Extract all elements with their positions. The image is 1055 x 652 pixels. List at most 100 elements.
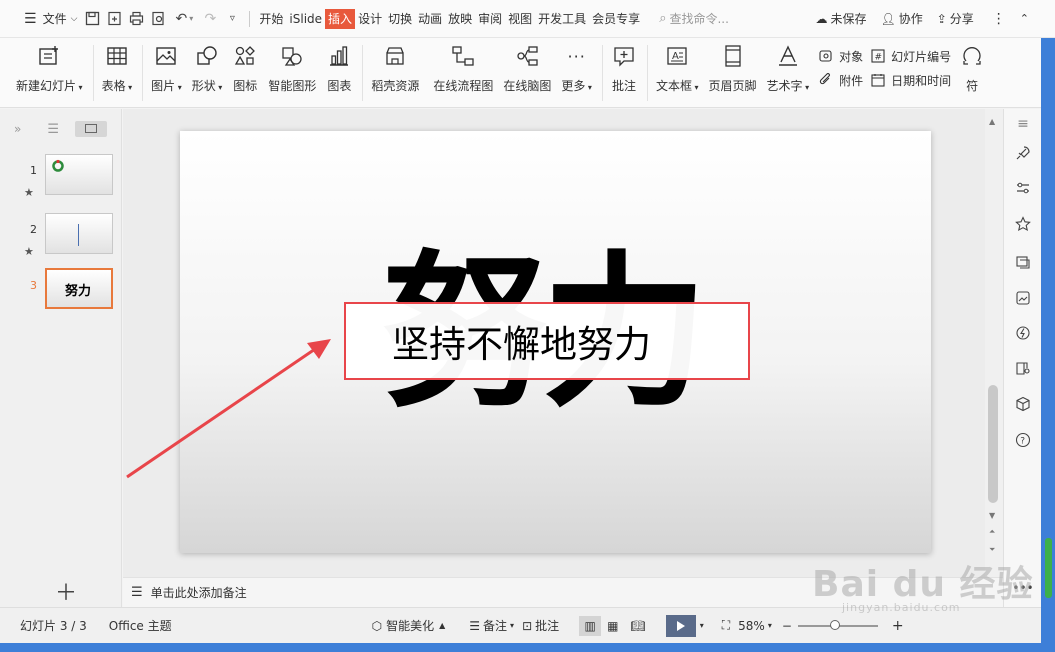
chevron-down-icon: ⌵ — [70, 13, 78, 24]
right-toolbar: ≡ ? ••• — [1003, 109, 1041, 607]
comment-toggle-button[interactable]: ⊡ 批注 — [522, 617, 559, 634]
add-slide-button[interactable]: ＋ — [55, 575, 77, 607]
slide-thumb-row[interactable]: 1 ★ — [0, 153, 122, 201]
share-button[interactable]: ⇪ 分享 — [933, 0, 978, 38]
save-icon[interactable] — [81, 0, 103, 38]
smart-beautify-label: 智能美化 — [386, 619, 435, 633]
customize-toolbar-icon[interactable]: ▿ — [221, 0, 243, 38]
tab-review[interactable]: 审阅 — [475, 9, 505, 29]
transition-icon[interactable] — [1014, 253, 1032, 271]
adjust-sliders-icon[interactable] — [1014, 179, 1032, 197]
undo-icon[interactable]: ↶ ▾ — [169, 0, 199, 38]
symbol-button[interactable]: 符 — [959, 38, 985, 108]
notes-toggle-label: 备注 — [483, 619, 508, 633]
slide-thumbnail-active[interactable]: 努力 — [45, 268, 113, 309]
template-resource-button[interactable]: 稻壳资源 — [371, 38, 419, 108]
help-icon[interactable]: ? — [1014, 431, 1032, 449]
prev-slide-icon[interactable]: ⏶ — [989, 527, 995, 537]
print-icon[interactable] — [125, 0, 147, 38]
icon-button[interactable]: 图标 — [232, 38, 258, 108]
slide-number-button[interactable]: # 幻灯片编号 — [871, 44, 951, 68]
more-button[interactable]: ··· 更多 ▾ — [561, 38, 592, 108]
panel-menu-icon[interactable]: ≡ — [1014, 115, 1032, 133]
file-menu[interactable]: ☰ 文件 ⌵ — [0, 0, 81, 38]
export-pdf-icon[interactable] — [103, 0, 125, 38]
smart-beautify-button[interactable]: ⬡ 智能美化 ▲ — [372, 617, 446, 634]
wordart-button[interactable]: 艺术字 ▾ — [767, 38, 809, 108]
next-slide-icon[interactable]: ⏷ — [989, 545, 995, 555]
scroll-down-icon[interactable]: ▼ — [989, 511, 995, 520]
beautify-cube-icon: ⬡ — [371, 618, 383, 633]
slideshow-button[interactable]: ▾ — [665, 614, 704, 637]
slide-thumb-row-active[interactable]: 3 努力 — [0, 268, 122, 316]
tab-member[interactable]: 会员专享 — [589, 9, 643, 29]
notes-lines-icon: ☰ — [469, 618, 481, 633]
textbox-button[interactable]: A 文本框 ▾ — [656, 38, 699, 108]
theme-name[interactable]: Office 主题 — [109, 617, 172, 634]
unsaved-status[interactable]: ☁ 未保存 — [811, 0, 870, 38]
print-preview-icon[interactable] — [147, 0, 169, 38]
collapse-ribbon-icon[interactable]: ⌃ — [1016, 0, 1033, 38]
zoom-select[interactable]: 58% ▾ — [738, 619, 772, 633]
tab-insert[interactable]: 插入 — [325, 8, 356, 29]
tab-design[interactable]: 设计 — [355, 9, 385, 29]
redo-icon[interactable]: ↷ — [199, 0, 221, 38]
attachment-button[interactable]: 附件 — [819, 68, 863, 92]
zoom-slider-handle[interactable] — [829, 619, 840, 630]
tab-islide[interactable]: iSlide — [286, 9, 325, 29]
new-slide-button[interactable]: 新建幻灯片 ▾ — [16, 38, 83, 108]
notes-toggle-button[interactable]: ☰ 备注 ▾ — [469, 617, 514, 634]
cube-icon[interactable] — [1014, 395, 1032, 413]
slides-panel: » ☰ 1 ★ 2 ★ 3 努力 ＋ — [0, 109, 122, 607]
scrollbar-thumb[interactable] — [988, 385, 998, 503]
collab-button[interactable]: 👤︎ 协作 — [876, 0, 926, 38]
star-animation-icon[interactable] — [1014, 215, 1032, 233]
rocket-icon[interactable] — [1014, 144, 1032, 162]
online-flowchart-button[interactable]: 在线流程图 — [433, 38, 493, 108]
date-time-button[interactable]: 日期和时间 — [871, 68, 951, 92]
picture-button[interactable]: 图片 ▾ — [151, 38, 182, 108]
picture-label: 图片 — [151, 79, 176, 93]
book-search-icon[interactable] — [1014, 359, 1032, 377]
fit-window-icon[interactable]: ⛶ — [722, 618, 730, 633]
new-slide-label: 新建幻灯片 — [16, 79, 77, 93]
slide-sorter-icon[interactable]: ▦ — [607, 619, 618, 633]
tab-animation[interactable]: 动画 — [415, 9, 445, 29]
comment-button[interactable]: 批注 — [611, 38, 637, 108]
selected-textbox[interactable]: 坚持不懈地努力 — [344, 302, 750, 380]
tab-transition[interactable]: 切换 — [385, 9, 415, 29]
wordart-icon — [775, 43, 801, 69]
shape-button[interactable]: 形状 ▾ — [192, 38, 222, 108]
scroll-up-icon[interactable]: ▲ — [989, 117, 995, 126]
outline-view-icon[interactable]: ☰ — [47, 122, 59, 137]
smart-graphic-button[interactable]: 智能图形 — [268, 38, 316, 108]
slide-number-label: 幻灯片编号 — [891, 49, 952, 64]
more-menu-icon[interactable]: ⋮ — [988, 0, 1010, 38]
reading-view-icon[interactable]: 📖︎ — [630, 619, 645, 633]
image-tools-icon[interactable] — [1014, 289, 1032, 307]
tab-home[interactable]: 开始 — [256, 9, 286, 29]
vertical-scrollbar[interactable]: ▲ ▼ ⏶ ⏷ — [985, 109, 1003, 577]
expand-panel-icon[interactable]: » — [14, 122, 21, 136]
chart-button[interactable]: 图表 — [326, 38, 352, 108]
tab-slideshow[interactable]: 放映 — [445, 9, 475, 29]
object-button[interactable]: 对象 — [819, 44, 863, 68]
animation-star-icon: ★ — [24, 245, 34, 258]
thumbnail-view-icon[interactable] — [75, 121, 107, 137]
header-footer-button[interactable]: 页眉页脚 — [709, 38, 757, 108]
normal-view-icon[interactable]: ▥ — [579, 615, 602, 636]
table-button[interactable]: 表格 ▾ — [102, 38, 132, 108]
command-search[interactable]: ⌕ 查找命令... — [659, 10, 769, 27]
lightning-icon[interactable] — [1014, 324, 1032, 342]
flowchart-icon — [450, 43, 476, 69]
tab-view[interactable]: 视图 — [505, 9, 535, 29]
zoom-slider[interactable] — [797, 619, 878, 630]
slide-thumbnail[interactable] — [45, 213, 113, 254]
online-mindmap-button[interactable]: 在线脑图 — [503, 38, 551, 108]
online-flowchart-label: 在线流程图 — [433, 79, 494, 93]
slide-thumbnail[interactable] — [45, 154, 113, 195]
tab-developer[interactable]: 开发工具 — [535, 9, 589, 29]
slide-thumb-row[interactable]: 2 ★ — [0, 212, 122, 260]
zoom-in-button[interactable]: + — [892, 618, 904, 634]
zoom-out-button[interactable]: − — [782, 619, 792, 633]
